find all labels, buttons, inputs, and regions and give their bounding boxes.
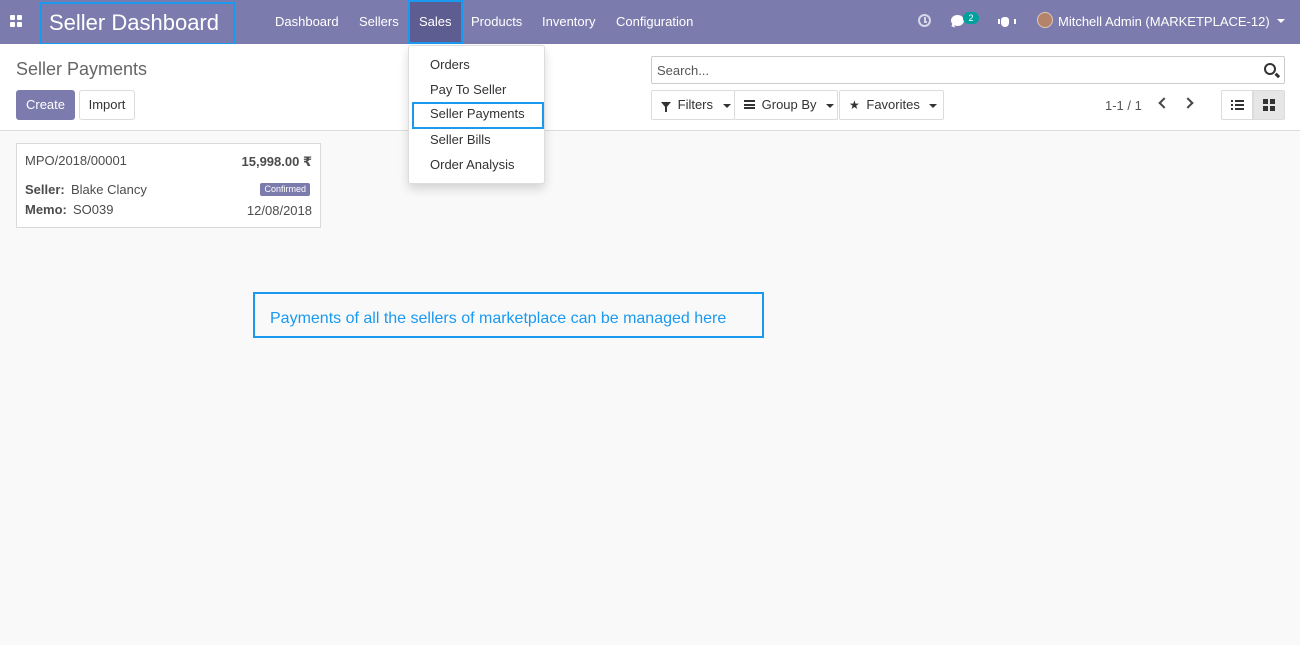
chat-count-badge: 2 <box>963 12 979 24</box>
page-title: Seller Payments <box>16 59 148 79</box>
menu-item-pay-to-seller[interactable]: Pay To Seller <box>409 78 544 102</box>
user-menu-caret-icon[interactable] <box>1277 19 1285 23</box>
filters-label: Filters <box>677 97 714 112</box>
favorites-button[interactable]: ★ Favorites <box>839 90 944 120</box>
payment-date: 12/08/2018 <box>246 203 312 218</box>
favorites-label: Favorites <box>866 97 920 112</box>
group-by-button[interactable]: Group By <box>734 90 838 120</box>
list-view-button[interactable] <box>1221 90 1253 120</box>
menu-dashboard[interactable]: Dashboard <box>275 0 339 44</box>
menu-item-order-analysis[interactable]: Order Analysis <box>409 153 544 177</box>
status-badge: Confirmed <box>260 183 310 196</box>
kanban-view-button[interactable] <box>1253 90 1285 120</box>
activity-clock-icon[interactable] <box>918 14 931 27</box>
group-by-icon <box>744 100 755 109</box>
menu-item-seller-payments[interactable]: Seller Payments <box>412 102 544 129</box>
import-button[interactable]: Import <box>79 90 135 120</box>
memo-value: SO039 <box>73 202 114 217</box>
menu-inventory[interactable]: Inventory <box>542 0 595 44</box>
group-by-label: Group By <box>761 97 817 112</box>
caret-down-icon <box>929 103 938 108</box>
pager-previous-icon[interactable] <box>1158 97 1170 109</box>
filters-button[interactable]: Filters <box>651 90 735 120</box>
kanban-icon <box>1263 99 1275 111</box>
search-bar <box>651 56 1285 84</box>
menu-item-seller-bills[interactable]: Seller Bills <box>409 128 544 152</box>
pager-value[interactable]: 1-1 / 1 <box>1105 98 1142 113</box>
seller-value: Blake Clancy <box>71 182 147 197</box>
search-input[interactable] <box>652 57 1252 83</box>
user-menu[interactable]: Mitchell Admin (MARKETPLACE-12) <box>1058 0 1270 43</box>
payment-kanban-card[interactable]: MPO/2018/00001 15,998.00 ₹ Seller: Blake… <box>16 143 321 228</box>
memo-label: Memo: <box>25 202 67 217</box>
app-title[interactable]: Seller Dashboard <box>40 2 235 45</box>
sales-dropdown-menu: Orders Pay To Seller Seller Payments Sel… <box>408 45 545 184</box>
seller-label: Seller: <box>25 182 65 197</box>
top-navbar: Seller Dashboard Dashboard Sellers Sales… <box>0 0 1300 45</box>
user-avatar[interactable] <box>1037 12 1053 28</box>
star-icon: ★ <box>849 98 860 112</box>
debug-bug-icon[interactable] <box>998 14 1016 27</box>
list-icon <box>1231 100 1244 110</box>
search-icon[interactable] <box>1264 63 1276 75</box>
create-button[interactable]: Create <box>16 90 75 120</box>
menu-products[interactable]: Products <box>471 0 522 44</box>
menu-sales[interactable]: Sales <box>408 0 463 44</box>
payment-reference: MPO/2018/00001 <box>25 153 127 168</box>
payment-amount: 15,998.00 ₹ <box>241 154 313 169</box>
menu-item-orders[interactable]: Orders <box>409 53 544 77</box>
control-panel: Seller Payments Create Import Filters Gr… <box>0 44 1300 131</box>
menu-sellers[interactable]: Sellers <box>359 0 399 44</box>
caret-down-icon <box>722 103 731 108</box>
apps-menu-icon[interactable] <box>10 15 22 27</box>
pager-next-icon[interactable] <box>1182 97 1194 109</box>
filter-icon <box>661 102 671 112</box>
menu-configuration[interactable]: Configuration <box>616 0 693 44</box>
annotation-callout: Payments of all the sellers of marketpla… <box>253 292 764 338</box>
caret-down-icon <box>826 103 835 108</box>
